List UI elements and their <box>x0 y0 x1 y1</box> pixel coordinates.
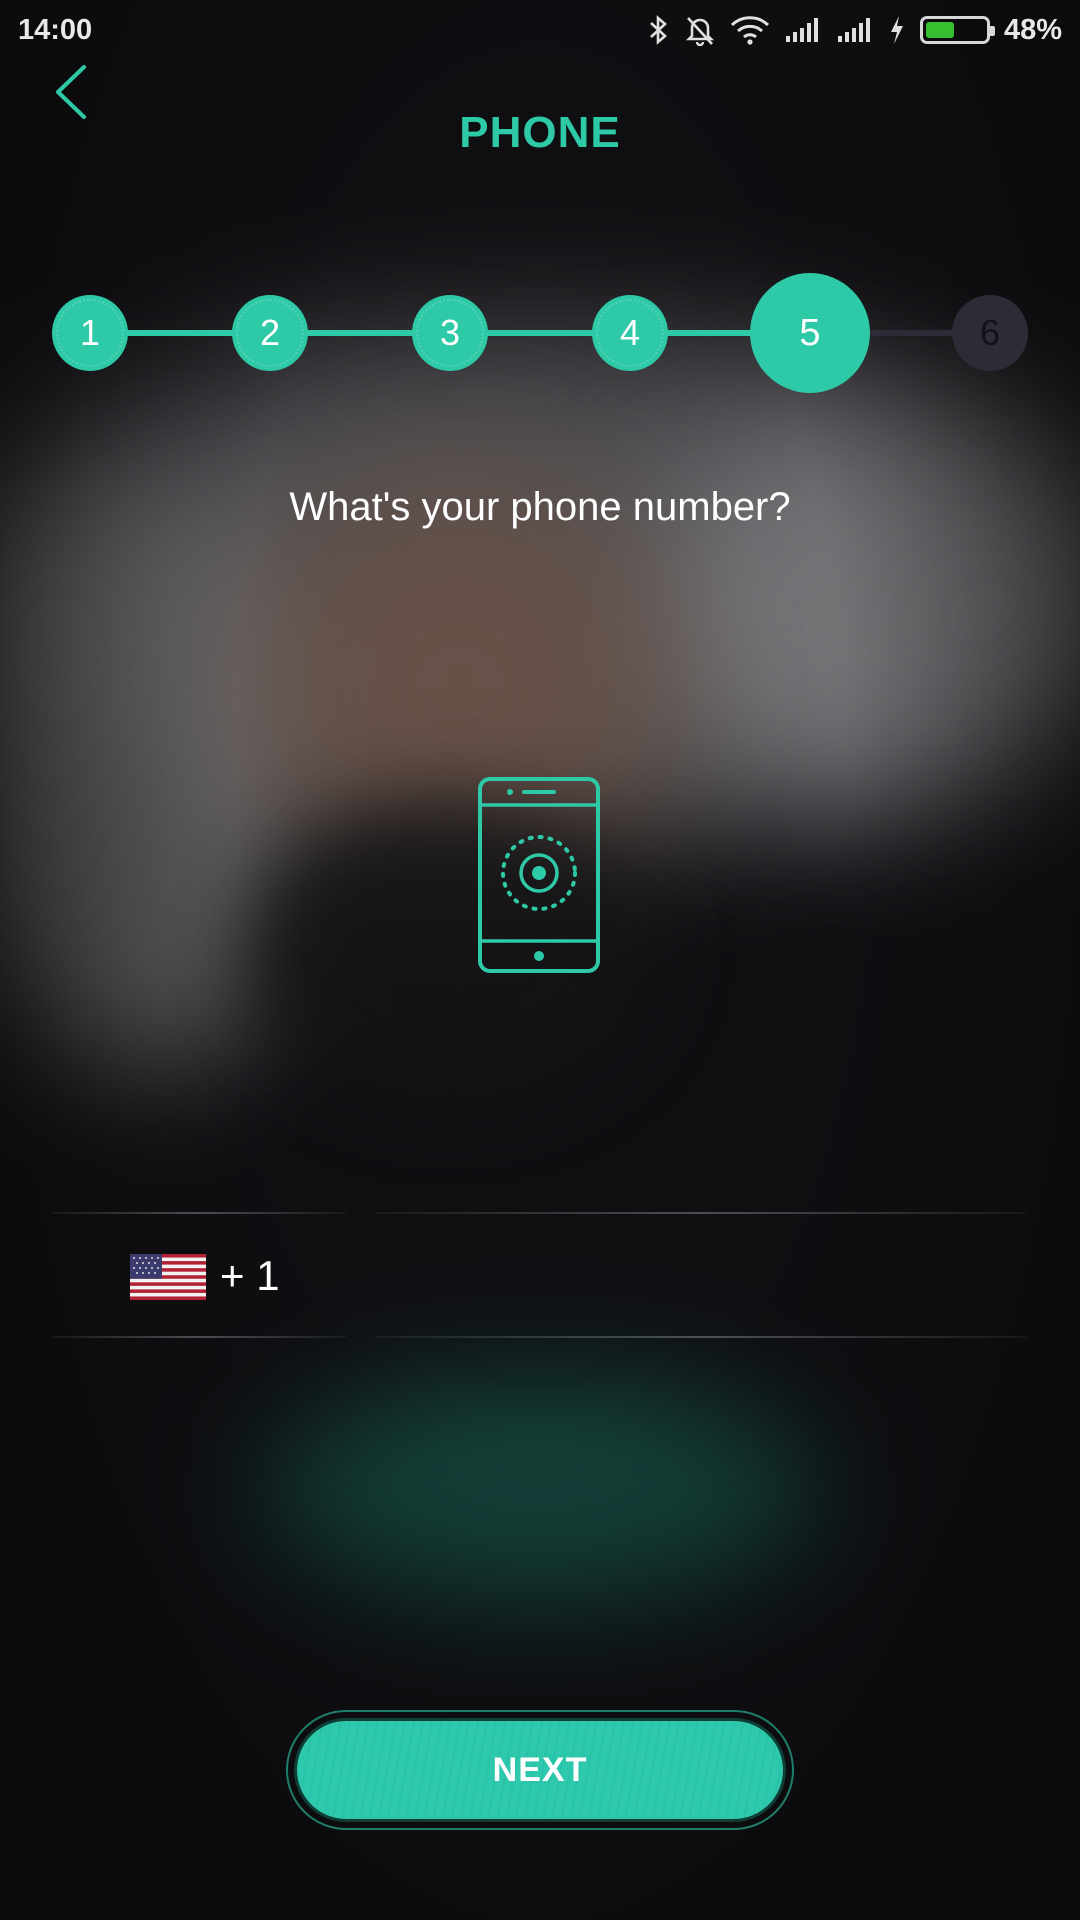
status-bar: 14:00 48% <box>0 0 1080 60</box>
country-code-selector[interactable]: + 1 <box>52 1212 346 1340</box>
wifi-icon <box>730 15 770 45</box>
step-label: 1 <box>79 312 101 353</box>
battery-percent: 48% <box>1003 13 1062 46</box>
step-4[interactable]: 4 <box>592 295 668 371</box>
page-title: PHONE <box>459 108 621 157</box>
phone-question: What's your phone number? <box>289 485 791 529</box>
step-1[interactable]: 1 <box>52 295 128 371</box>
battery-icon <box>919 16 995 44</box>
next-button-frame: NEXT <box>286 1710 794 1830</box>
step-3[interactable]: 3 <box>412 295 488 371</box>
divider <box>376 1212 1026 1214</box>
status-time: 14:00 <box>18 13 93 46</box>
step-6[interactable]: 6 <box>952 295 1028 371</box>
step-label: 4 <box>619 312 641 353</box>
divider <box>376 1336 1026 1338</box>
status-icons: 48% <box>648 14 1062 47</box>
phone-number-row: + 1 <box>52 1212 1026 1340</box>
signal-icon <box>836 16 874 44</box>
us-flag-icon <box>130 1254 206 1300</box>
dial-code: + 1 <box>220 1252 280 1299</box>
step-2[interactable]: 2 <box>232 295 308 371</box>
phone-number-input[interactable] <box>376 1222 1026 1330</box>
progress-stepper: 1 2 3 4 5 6 <box>0 268 1080 398</box>
phone-signup-screen: 14:00 48% PHONE 1 2 3 4 5 6 What's your … <box>0 0 1080 1920</box>
bluetooth-icon <box>648 14 670 46</box>
next-button[interactable]: NEXT <box>294 1718 786 1822</box>
charging-icon <box>888 15 906 45</box>
bell-off-icon <box>684 14 716 46</box>
step-5-current[interactable]: 5 <box>750 273 870 393</box>
step-label: 3 <box>439 312 461 353</box>
smartphone-icon <box>476 775 602 975</box>
step-label: 6 <box>979 312 1001 353</box>
step-label: 5 <box>799 311 821 354</box>
battery-level <box>925 22 954 38</box>
step-label: 2 <box>259 312 281 353</box>
signal-icon <box>784 16 822 44</box>
